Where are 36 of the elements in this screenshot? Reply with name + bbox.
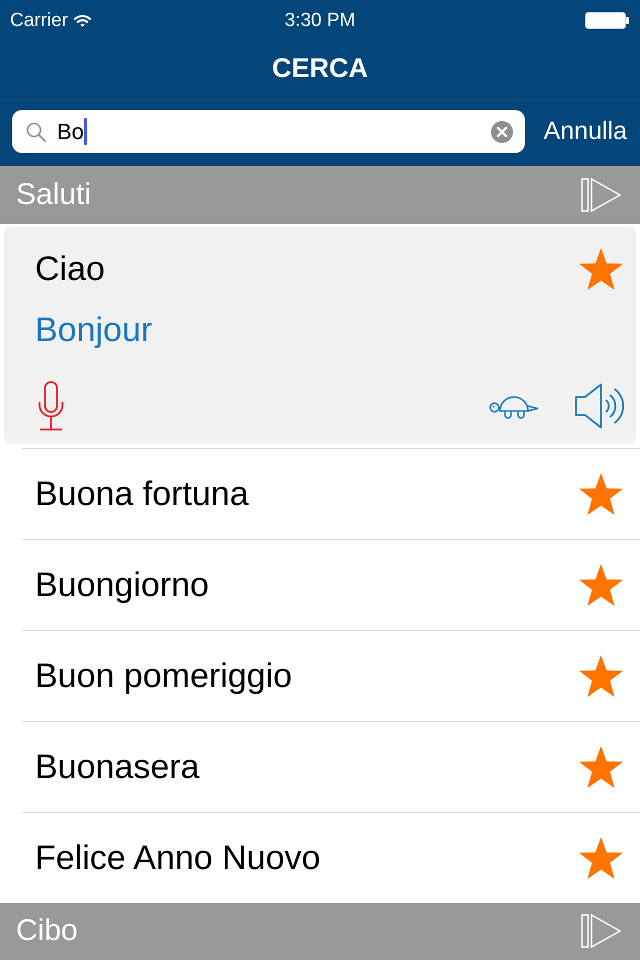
section-title: Saluti bbox=[16, 180, 92, 210]
clear-icon[interactable] bbox=[490, 120, 513, 142]
expanded-phrase-card[interactable]: Ciao Bonjour bbox=[4, 226, 636, 444]
phrase-row[interactable]: Buongiorno bbox=[22, 538, 640, 630]
search-icon bbox=[26, 122, 46, 142]
play-all-icon[interactable] bbox=[581, 178, 621, 212]
star-icon[interactable] bbox=[578, 562, 624, 606]
section-title: Cibo bbox=[16, 916, 78, 946]
search-field[interactable]: Bo bbox=[12, 110, 525, 153]
star-icon[interactable] bbox=[578, 246, 624, 290]
screen-title: CERCA bbox=[272, 54, 368, 82]
star-icon[interactable] bbox=[578, 836, 624, 880]
cancel-button[interactable]: Annulla bbox=[544, 119, 627, 144]
phrase-row[interactable]: Buon pomeriggio bbox=[22, 630, 640, 720]
star-icon[interactable] bbox=[578, 744, 624, 788]
phrase-text: Buongiorno bbox=[35, 568, 209, 602]
play-all-icon[interactable] bbox=[581, 914, 621, 948]
phrase-text: Buonasera bbox=[35, 750, 200, 784]
phrase-text: Buona fortuna bbox=[35, 476, 249, 510]
wifi-icon bbox=[74, 14, 92, 26]
star-icon[interactable] bbox=[578, 472, 624, 516]
phrase-text: Buon pomeriggio bbox=[35, 658, 292, 692]
phrase-text: Ciao bbox=[35, 252, 105, 286]
clock-time: 3:30 PM bbox=[284, 10, 356, 30]
search-query: Bo bbox=[57, 120, 84, 142]
battery-icon bbox=[585, 12, 629, 28]
star-icon[interactable] bbox=[578, 654, 624, 698]
carrier-label: Carrier bbox=[10, 10, 68, 30]
text-cursor-icon bbox=[84, 118, 87, 145]
turtle-icon[interactable] bbox=[489, 394, 539, 418]
phrase-text: Felice Anno Nuovo bbox=[35, 840, 320, 874]
microphone-icon[interactable] bbox=[37, 380, 65, 430]
translation-text: Bonjour bbox=[35, 312, 152, 346]
phrase-row[interactable]: Buona fortuna bbox=[22, 448, 640, 538]
speaker-icon[interactable] bbox=[575, 382, 624, 428]
phrase-row[interactable]: Buonasera bbox=[22, 720, 640, 812]
